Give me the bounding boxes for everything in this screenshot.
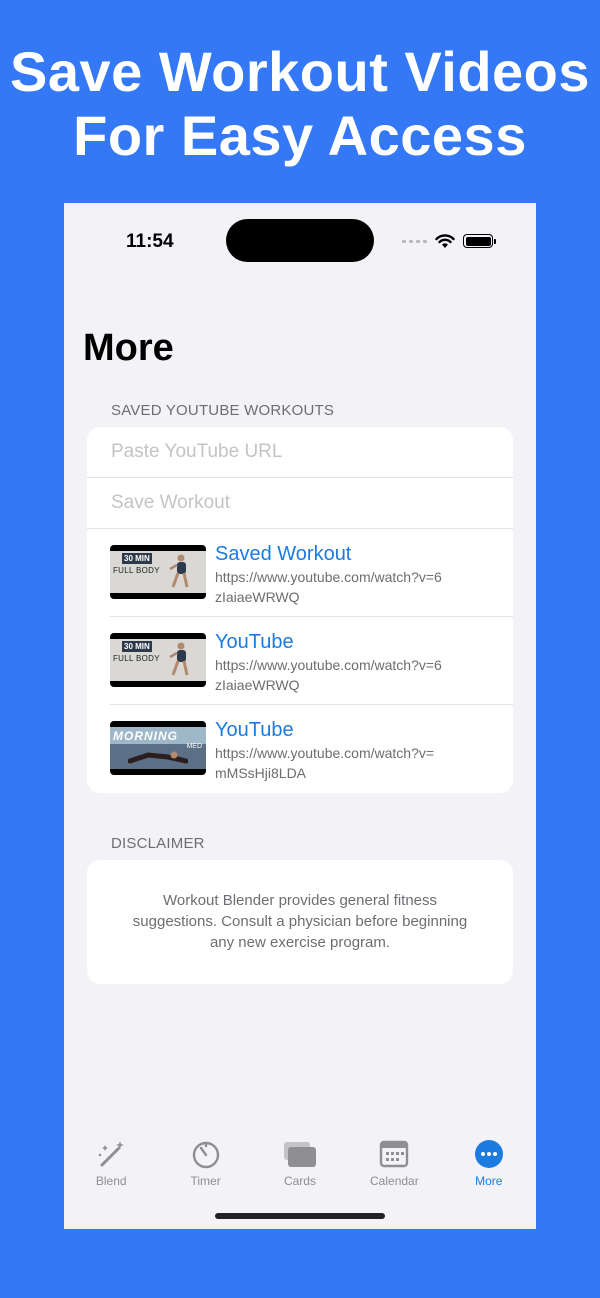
figure-image xyxy=(128,751,188,764)
cards-icon xyxy=(283,1142,316,1167)
tab-label: Timer xyxy=(190,1174,221,1188)
cellular-signal-icon xyxy=(402,239,427,243)
saved-workouts-header: SAVED YOUTUBE WORKOUTS xyxy=(111,402,335,419)
battery-icon xyxy=(463,234,496,248)
more-icon xyxy=(474,1140,503,1168)
video-thumbnail: 30 MIN FULL BODY xyxy=(110,545,206,599)
url-field-row xyxy=(87,427,513,478)
status-time: 11:54 xyxy=(126,231,174,252)
video-row[interactable]: 30 MIN FULL BODY YouTube https://www.you… xyxy=(87,617,513,705)
video-title: YouTube xyxy=(215,719,294,741)
youtube-url-input[interactable] xyxy=(111,441,513,463)
tab-timer[interactable]: Timer xyxy=(158,1138,252,1198)
video-title: Saved Workout xyxy=(215,543,352,565)
headline-line-2: For Easy Access xyxy=(73,104,527,167)
thumbnail-text: MED xyxy=(186,743,202,750)
disclaimer-card: Workout Blender provides general fitness… xyxy=(87,860,513,984)
page-title: More xyxy=(83,327,174,369)
headline-line-1: Save Workout Videos xyxy=(9,40,591,103)
thumbnail-text: FULL BODY xyxy=(113,566,160,575)
tab-more[interactable]: More xyxy=(442,1138,536,1198)
phone-screen: 11:54 More SAVED YOUTUBE WORKOUTS Save W… xyxy=(64,203,536,1229)
video-url: https://www.youtube.com/watch?v=6zIaiaeW… xyxy=(215,657,442,693)
status-indicators xyxy=(402,233,496,249)
tab-label: Cards xyxy=(283,1174,316,1188)
thumbnail-tag: 30 MIN xyxy=(122,553,152,564)
magic-wand-icon xyxy=(98,1141,125,1167)
wifi-icon xyxy=(435,233,455,248)
disclaimer-text: Workout Blender provides general fitness… xyxy=(132,892,468,951)
thumbnail-tag: 30 MIN xyxy=(122,641,152,652)
saved-workouts-card: Save Workout 30 MIN FULL BODY Saved Work… xyxy=(87,427,513,793)
calendar-icon xyxy=(380,1140,409,1168)
video-title: YouTube xyxy=(215,631,294,653)
timer-icon xyxy=(192,1141,219,1169)
thumbnail-tag: MORNING xyxy=(113,729,178,743)
video-thumbnail: MORNING MED xyxy=(110,721,206,775)
tab-bar: Blend Timer Cards Calendar More xyxy=(64,1138,536,1198)
save-workout-button[interactable]: Save Workout xyxy=(87,478,513,529)
figure-image xyxy=(169,554,189,588)
tab-cards[interactable]: Cards xyxy=(253,1138,347,1198)
video-url: https://www.youtube.com/watch?v=6zIaiaeW… xyxy=(215,569,442,605)
video-row[interactable]: MORNING MED YouTube https://www.youtube.… xyxy=(87,705,513,793)
tab-label: Blend xyxy=(95,1174,127,1188)
video-url: https://www.youtube.com/watch?v=mMSsHji8… xyxy=(215,745,435,781)
video-thumbnail: 30 MIN FULL BODY xyxy=(110,633,206,687)
tab-label: More xyxy=(475,1174,503,1188)
promo-headline: Save Workout Videos For Easy Access xyxy=(0,40,600,168)
tab-calendar[interactable]: Calendar xyxy=(347,1138,441,1198)
home-indicator xyxy=(215,1213,385,1219)
thumbnail-text: FULL BODY xyxy=(113,654,160,663)
tab-blend[interactable]: Blend xyxy=(64,1138,158,1198)
disclaimer-header: DISCLAIMER xyxy=(111,835,205,852)
video-row[interactable]: 30 MIN FULL BODY Saved Workout https://w… xyxy=(87,529,513,617)
dynamic-island xyxy=(226,219,374,262)
figure-image xyxy=(169,642,189,676)
tab-label: Calendar xyxy=(370,1174,419,1188)
